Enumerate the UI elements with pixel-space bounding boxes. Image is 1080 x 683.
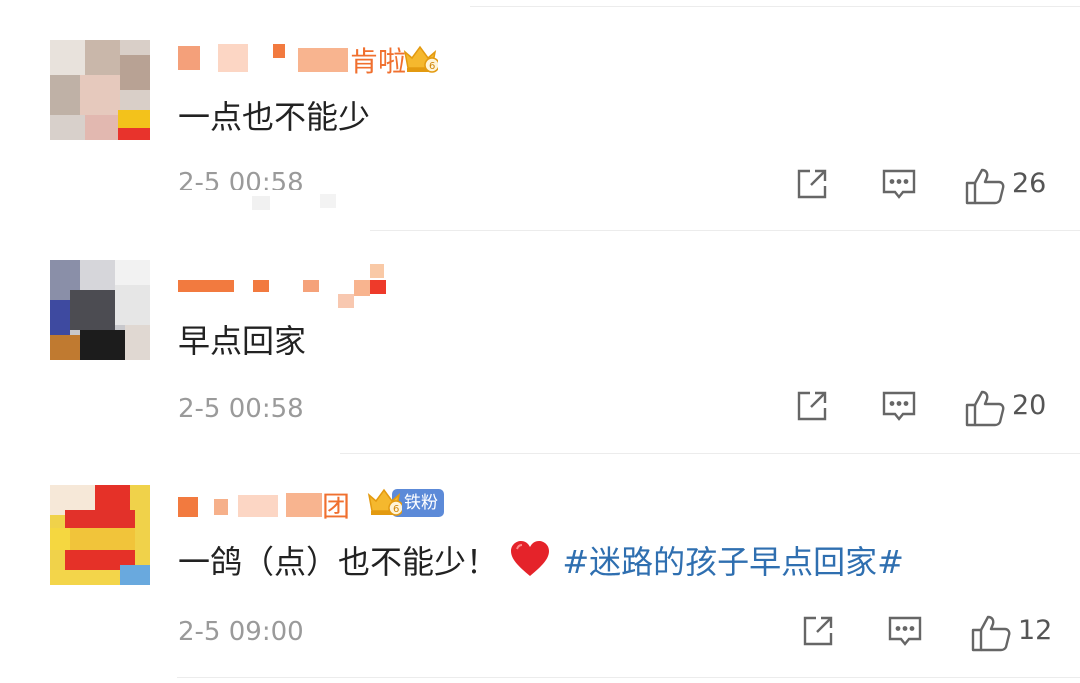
share-icon[interactable]	[794, 166, 830, 206]
share-icon[interactable]	[794, 388, 830, 428]
like-count: 20	[1012, 390, 1047, 421]
username-text: 肯啦	[350, 45, 407, 78]
like-count: 12	[1018, 615, 1053, 646]
crown-badge-icon[interactable]: 6	[366, 485, 404, 517]
comment-text: 一鸽（点）也不能少！ #迷路的孩子早点回家#	[178, 537, 904, 583]
timestamp-clip: 2-5 00:58	[178, 168, 378, 190]
like-count: 26	[1012, 168, 1047, 199]
crown-badge-icon[interactable]: 6	[402, 42, 440, 74]
divider	[370, 230, 1080, 231]
comment-item: 肯啦 6 一点也不能少 2-5 00:58 26	[0, 0, 1080, 230]
timestamp: 2-5 00:58	[178, 394, 304, 424]
share-icon[interactable]	[800, 613, 836, 653]
comment-actions: 20	[784, 388, 1047, 430]
topic-link[interactable]: #迷路的孩子早点回家#	[562, 543, 904, 581]
comment-text: 一点也不能少	[178, 98, 371, 136]
comment-actions: 26	[784, 166, 1047, 208]
comment-icon[interactable]	[880, 166, 918, 208]
heart-icon	[508, 541, 562, 581]
like-icon[interactable]	[964, 388, 1006, 432]
comment-text: 早点回家	[178, 322, 307, 360]
avatar[interactable]	[50, 485, 150, 585]
comment-text-main: 一鸽（点）也不能少！	[178, 543, 499, 581]
comment-icon[interactable]	[880, 388, 918, 430]
divider	[340, 453, 1080, 454]
comment-item: 早点回家 2-5 00:58 20	[0, 230, 1080, 453]
divider	[470, 6, 1080, 7]
like-icon[interactable]	[964, 166, 1006, 210]
timestamp: 2-5 00:58	[178, 168, 304, 190]
timestamp: 2-5 09:00	[178, 617, 304, 647]
svg-text:6: 6	[429, 61, 435, 72]
divider	[177, 677, 1080, 678]
like-icon[interactable]	[970, 613, 1012, 657]
comment-actions: 12	[784, 613, 1052, 655]
comment-item: 团 6 铁粉 一鸽（点）也不能少！ #迷路的孩子早点回家# 2-5 09:00	[0, 453, 1080, 683]
comment-icon[interactable]	[886, 613, 924, 655]
avatar[interactable]	[50, 260, 150, 360]
avatar[interactable]	[50, 40, 150, 140]
username-text: 团	[322, 490, 351, 523]
svg-text:6: 6	[393, 504, 399, 515]
